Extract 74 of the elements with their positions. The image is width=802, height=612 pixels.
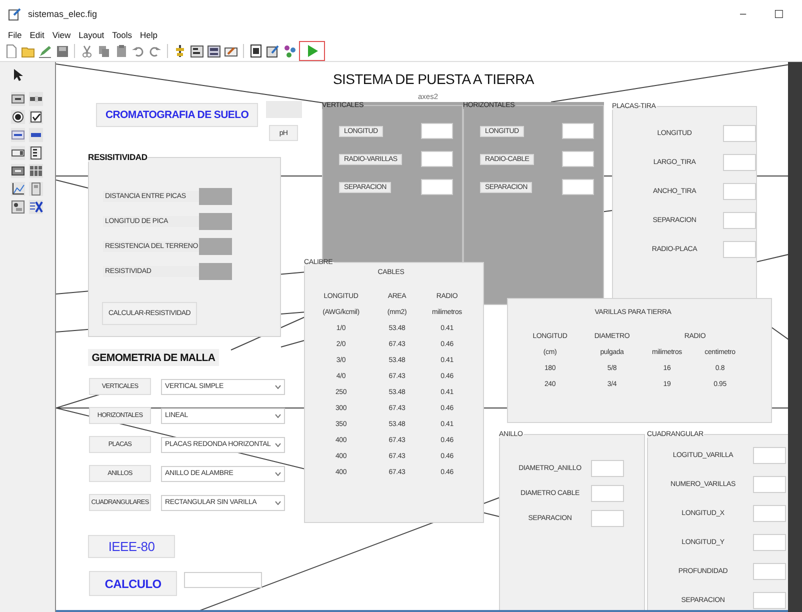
ieee-button[interactable]: IEEE-80 <box>88 535 175 558</box>
input-field[interactable] <box>752 476 786 493</box>
chevron-icon <box>275 414 281 418</box>
table-icon[interactable] <box>29 164 43 178</box>
section-title: GEMOMETRIA DE MALLA <box>88 349 219 366</box>
figure-file-icon <box>8 7 22 21</box>
static-text-icon[interactable] <box>29 128 43 142</box>
object-browser-icon[interactable] <box>283 44 297 58</box>
input-field[interactable] <box>722 241 756 258</box>
menu-item[interactable]: File <box>8 30 22 40</box>
value-box <box>199 213 232 230</box>
input-field[interactable] <box>421 123 453 139</box>
popup-menu-icon[interactable] <box>11 146 25 160</box>
chevron-icon <box>275 384 281 388</box>
text-placeholder <box>266 101 302 118</box>
input-field[interactable] <box>752 447 786 464</box>
radio-button-icon[interactable] <box>11 110 25 124</box>
activex-icon[interactable] <box>29 200 43 214</box>
input-field[interactable] <box>590 485 624 502</box>
properties-icon[interactable] <box>266 44 280 58</box>
window-title: sistemas_elec.fig <box>28 9 98 19</box>
result-field[interactable] <box>184 572 262 588</box>
menu-item[interactable]: Tools <box>112 30 132 40</box>
chevron-icon <box>275 472 281 476</box>
input-field[interactable] <box>562 123 594 139</box>
page-icon[interactable] <box>249 44 263 58</box>
input-field[interactable] <box>562 179 594 195</box>
edit-text-icon[interactable] <box>11 128 25 142</box>
value-box <box>199 238 232 255</box>
input-field[interactable] <box>590 510 624 527</box>
panel-title: RESISITIVIDAD <box>87 152 148 162</box>
run-icon[interactable] <box>305 44 319 58</box>
input-field[interactable] <box>722 212 756 229</box>
copy-icon[interactable] <box>97 44 111 58</box>
slider-icon[interactable] <box>29 92 43 106</box>
maximize-button[interactable]: ☐ <box>764 8 794 20</box>
panel-icon[interactable] <box>29 182 43 196</box>
soil-chromatography-button[interactable]: CROMATOGRAFIA DE SUELO <box>96 103 258 127</box>
paste-icon[interactable] <box>114 44 128 58</box>
menu-item[interactable]: Edit <box>30 30 44 40</box>
input-field[interactable] <box>722 154 756 171</box>
calculate-button[interactable]: CALCULO <box>89 571 177 596</box>
menu-item[interactable]: View <box>52 30 71 40</box>
input-field[interactable] <box>722 125 756 142</box>
input-field[interactable] <box>421 179 453 195</box>
value-box <box>199 263 232 280</box>
align-icon[interactable] <box>173 44 187 58</box>
axes-icon[interactable] <box>11 182 25 196</box>
checkbox-icon[interactable] <box>29 110 43 124</box>
menu-item[interactable]: Layout <box>78 30 104 40</box>
push-button-icon[interactable] <box>11 92 25 106</box>
redo-icon[interactable] <box>148 44 162 58</box>
listbox-icon[interactable] <box>29 146 43 160</box>
input-field[interactable] <box>562 151 594 167</box>
pencil-icon[interactable] <box>38 44 52 58</box>
input-field[interactable] <box>722 183 756 200</box>
canvas-title: SISTEMA DE PUESTA A TIERRA <box>333 71 534 87</box>
input-field[interactable] <box>752 592 786 609</box>
scissors-icon[interactable] <box>80 44 94 58</box>
input-field[interactable] <box>752 534 786 551</box>
button-group-icon[interactable] <box>11 200 25 214</box>
chevron-icon <box>275 442 281 446</box>
input-field[interactable] <box>752 505 786 522</box>
menu-item[interactable]: Help <box>140 30 158 40</box>
pointer-icon[interactable] <box>11 68 25 82</box>
chevron-icon <box>275 500 281 504</box>
undo-icon[interactable] <box>131 44 145 58</box>
input-field[interactable] <box>752 563 786 580</box>
input-field[interactable] <box>590 460 624 477</box>
input-field[interactable] <box>421 151 453 167</box>
document-icon[interactable] <box>4 44 18 58</box>
minimize-button[interactable]: – <box>728 8 758 20</box>
toggle-button-icon[interactable] <box>11 164 25 178</box>
value-box <box>199 188 232 205</box>
